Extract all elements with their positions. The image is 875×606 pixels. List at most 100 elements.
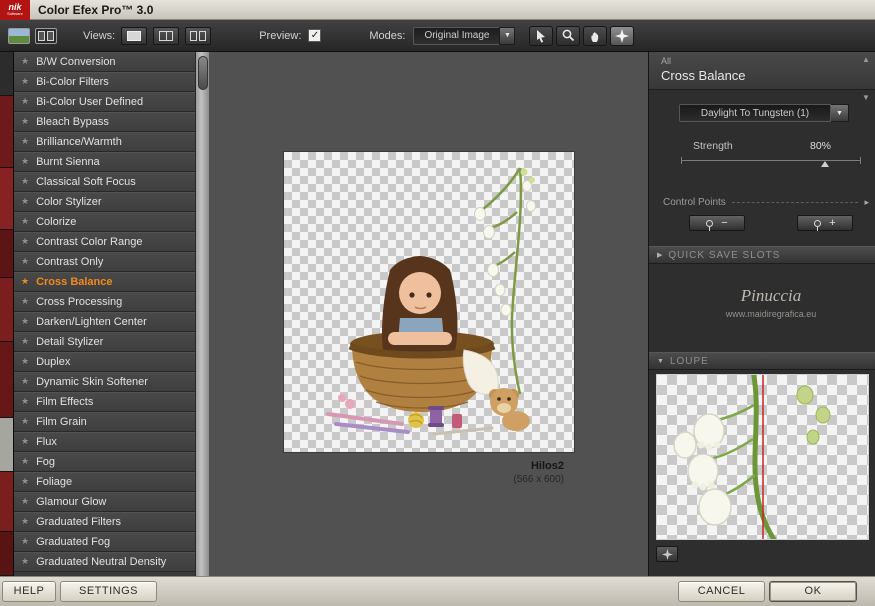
filter-label: Duplex bbox=[36, 356, 70, 368]
star-icon: ★ bbox=[21, 456, 29, 467]
filter-list-item[interactable]: ★ Cross Processing bbox=[14, 292, 195, 312]
strength-slider[interactable] bbox=[681, 156, 861, 168]
filter-list-item[interactable]: ★ Bleach Bypass bbox=[14, 112, 195, 132]
star-icon: ★ bbox=[21, 476, 29, 487]
star-icon: ★ bbox=[21, 416, 29, 427]
filter-label: Brilliance/Warmth bbox=[36, 136, 122, 148]
category-tab[interactable] bbox=[0, 96, 13, 168]
filter-label: Film Grain bbox=[36, 416, 87, 428]
filter-label: Cross Balance bbox=[36, 276, 112, 288]
preview-label: Preview: bbox=[259, 30, 301, 42]
star-icon: ★ bbox=[21, 216, 29, 227]
filter-list-item[interactable]: ★ Darken/Lighten Center bbox=[14, 312, 195, 332]
pan-tool-button[interactable] bbox=[583, 26, 607, 46]
star-icon: ★ bbox=[21, 276, 29, 287]
star-icon: ★ bbox=[21, 256, 29, 267]
filter-list-item[interactable]: ★ Fog bbox=[14, 452, 195, 472]
filter-list-scrollbar[interactable] bbox=[195, 52, 209, 576]
check-icon: ✓ bbox=[311, 30, 319, 41]
filter-list-item[interactable]: ★ Colorize bbox=[14, 212, 195, 232]
side-by-side-view-button[interactable] bbox=[185, 27, 211, 45]
quick-save-slots-label: QUICK SAVE SLOTS bbox=[668, 250, 780, 261]
filter-list-item[interactable]: ★ Contrast Color Range bbox=[14, 232, 195, 252]
cancel-button[interactable]: CANCEL bbox=[678, 581, 765, 602]
filter-list-item[interactable]: ★ Graduated Neutral Density bbox=[14, 552, 195, 572]
split-view-button[interactable] bbox=[153, 27, 179, 45]
control-points-expand-icon[interactable]: ▸ bbox=[864, 197, 869, 208]
filter-list-item[interactable]: ★ Detail Stylizer bbox=[14, 332, 195, 352]
filter-list-item[interactable]: ★ Glamour Glow bbox=[14, 492, 195, 512]
add-control-point-button[interactable]: + bbox=[797, 215, 853, 231]
watermark: Pinuccia www.maidiregrafica.eu bbox=[649, 286, 875, 319]
star-icon: ★ bbox=[21, 356, 29, 367]
help-button[interactable]: HELP bbox=[2, 581, 56, 602]
magnifier-icon bbox=[562, 29, 575, 42]
filter-list-item[interactable]: ★ B/W Conversion bbox=[14, 52, 195, 72]
category-tab[interactable] bbox=[0, 278, 13, 342]
filter-list-item[interactable]: ★ Brilliance/Warmth bbox=[14, 132, 195, 152]
star-icon: ★ bbox=[21, 556, 29, 567]
compare-view-icon[interactable] bbox=[35, 28, 57, 44]
filter-list-item[interactable]: ★ Cross Balance bbox=[14, 272, 195, 292]
loupe-header[interactable]: ▼ LOUPE bbox=[649, 352, 875, 370]
method-chevron-down-icon[interactable]: ▼ bbox=[831, 104, 849, 122]
category-tab[interactable] bbox=[0, 168, 13, 230]
panel-scroll-up-icon[interactable]: ▲ bbox=[860, 55, 872, 64]
strength-slider-marker[interactable] bbox=[821, 161, 829, 167]
control-point-icon bbox=[814, 220, 821, 227]
filter-label: Detail Stylizer bbox=[36, 336, 103, 348]
select-tool-button[interactable] bbox=[529, 26, 553, 46]
loupe-pin-button[interactable] bbox=[656, 546, 678, 562]
panel-scroll-down-icon[interactable]: ▼ bbox=[860, 93, 872, 102]
filter-list-item[interactable]: ★ Flux bbox=[14, 432, 195, 452]
modes-dropdown[interactable]: Original Image ▼ bbox=[413, 27, 515, 45]
star-icon: ★ bbox=[21, 376, 29, 387]
filter-label: Foliage bbox=[36, 476, 72, 488]
filter-label: Burnt Sienna bbox=[36, 156, 100, 168]
filter-header: All Cross Balance bbox=[649, 52, 875, 90]
settings-button[interactable]: SETTINGS bbox=[60, 581, 157, 602]
thumbnail-view-icon[interactable] bbox=[8, 28, 30, 44]
footer-bar: HELP SETTINGS CANCEL OK bbox=[0, 576, 875, 606]
single-view-button[interactable] bbox=[121, 27, 147, 45]
filter-list-item[interactable]: ★ Film Effects bbox=[14, 392, 195, 412]
star-icon: ★ bbox=[21, 116, 29, 127]
filter-label: Colorize bbox=[36, 216, 76, 228]
filter-list-item[interactable]: ★ Foliage bbox=[14, 472, 195, 492]
category-tab[interactable] bbox=[0, 418, 13, 472]
filter-list-item[interactable]: ★ Dynamic Skin Softener bbox=[14, 372, 195, 392]
filter-list-item[interactable]: ★ Contrast Only bbox=[14, 252, 195, 272]
main-region: ★ B/W Conversion ★ Bi-Color Filters ★ Bi… bbox=[0, 52, 875, 576]
filter-list-item[interactable]: ★ Duplex bbox=[14, 352, 195, 372]
filter-label: Film Effects bbox=[36, 396, 93, 408]
zoom-tool-button[interactable] bbox=[556, 26, 580, 46]
star-icon: ★ bbox=[21, 156, 29, 167]
quick-save-slots-header[interactable]: ▶ QUICK SAVE SLOTS bbox=[649, 246, 875, 264]
control-point-tool-button[interactable] bbox=[610, 26, 634, 46]
category-tab[interactable] bbox=[0, 342, 13, 418]
filter-label: Flux bbox=[36, 436, 57, 448]
filter-list-item[interactable]: ★ Burnt Sienna bbox=[14, 152, 195, 172]
category-tab[interactable] bbox=[0, 230, 13, 278]
watermark-url: www.maidiregrafica.eu bbox=[667, 309, 875, 319]
filter-list-item[interactable]: ★ Graduated Filters bbox=[14, 512, 195, 532]
star-icon: ★ bbox=[21, 296, 29, 307]
remove-control-point-button[interactable]: − bbox=[689, 215, 745, 231]
method-dropdown[interactable]: Daylight To Tungsten (1) bbox=[679, 104, 831, 122]
filter-list-item[interactable]: ★ Film Grain bbox=[14, 412, 195, 432]
filter-list-item[interactable]: ★ Color Stylizer bbox=[14, 192, 195, 212]
scrollbar-thumb[interactable] bbox=[198, 56, 208, 90]
filter-list-item[interactable]: ★ Bi-Color Filters bbox=[14, 72, 195, 92]
filter-label: Dynamic Skin Softener bbox=[36, 376, 148, 388]
category-tab[interactable] bbox=[0, 532, 13, 576]
image-size: (566 x 600) bbox=[284, 474, 564, 485]
category-tab[interactable] bbox=[0, 52, 13, 96]
filter-list-item[interactable]: ★ Classical Soft Focus bbox=[14, 172, 195, 192]
star-icon: ★ bbox=[21, 516, 29, 527]
category-tab[interactable] bbox=[0, 472, 13, 532]
ok-button[interactable]: OK bbox=[769, 581, 857, 602]
filter-list-item[interactable]: ★ Bi-Color User Defined bbox=[14, 92, 195, 112]
filter-list-item[interactable]: ★ Graduated Fog bbox=[14, 532, 195, 552]
chevron-down-icon[interactable]: ▼ bbox=[499, 27, 515, 45]
preview-checkbox[interactable]: ✓ bbox=[308, 29, 321, 42]
